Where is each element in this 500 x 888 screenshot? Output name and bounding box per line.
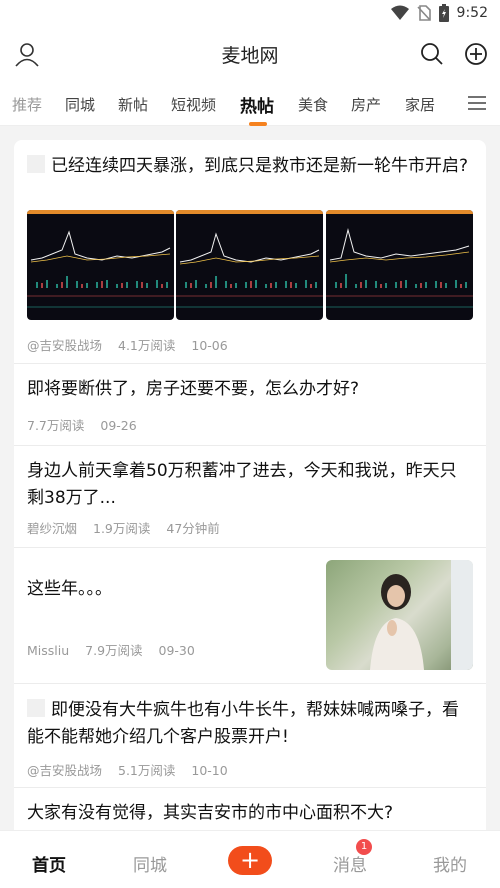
- post-reads: 7.9万阅读: [85, 643, 143, 658]
- post-item[interactable]: 即将要断供了，房子还要不要，怎么办才好? 7.7万阅读 09-26: [14, 364, 486, 446]
- post-item[interactable]: 身边人前天拿着50万积蓄冲了进去，今天和我说，昨天只剩38万了... 碧纱沉烟 …: [14, 446, 486, 548]
- app-header: 麦地网: [0, 28, 500, 80]
- post-title: 身边人前天拿着50万积蓄冲了进去，今天和我说，昨天只剩38万了...: [27, 461, 457, 508]
- stock-chart-image[interactable]: [176, 210, 323, 320]
- post-meta: Missliu 7.9万阅读 09-30: [27, 640, 207, 659]
- post-reads: 5.1万阅读: [118, 763, 176, 778]
- nav-post-button[interactable]: +: [228, 846, 272, 875]
- post-item[interactable]: 大家有没有觉得，其实吉安市的市中心面积不大?: [14, 788, 486, 830]
- post-item[interactable]: 这些年。。。 Missliu 7.9万阅读 09-30: [14, 548, 486, 684]
- no-sim-icon: [416, 5, 431, 21]
- post-author[interactable]: Missliu: [27, 643, 69, 658]
- post-title: 大家有没有觉得，其实吉安市的市中心面积不大?: [27, 803, 394, 823]
- category-tabs: 推荐 同城 新帖 短视频 热帖 美食 房产 家居: [0, 80, 500, 126]
- tab-new[interactable]: 新帖: [118, 94, 148, 115]
- tab-short-video[interactable]: 短视频: [171, 94, 216, 115]
- post-reads: 7.7万阅读: [27, 418, 85, 433]
- menu-icon[interactable]: [468, 95, 486, 115]
- tab-local[interactable]: 同城: [65, 94, 95, 115]
- active-tab-indicator: [249, 122, 267, 126]
- tab-recommend[interactable]: 推荐: [12, 94, 42, 115]
- nav-local[interactable]: 同城: [133, 851, 167, 876]
- status-bar: 9:52: [0, 0, 500, 28]
- tab-food[interactable]: 美食: [298, 94, 328, 115]
- post-time: 10-10: [191, 763, 228, 778]
- nav-mine[interactable]: 我的: [433, 851, 467, 876]
- search-icon[interactable]: [420, 42, 444, 70]
- post-time: 47分钟前: [166, 521, 220, 536]
- post-time: 10-06: [191, 338, 228, 353]
- post-reads: 1.9万阅读: [93, 521, 151, 536]
- tab-home[interactable]: 家居: [405, 94, 435, 115]
- post-meta: 7.7万阅读 09-26: [27, 415, 149, 434]
- post-meta: @吉安股战场 5.1万阅读 10-10: [27, 760, 240, 779]
- post-title: 这些年。。。: [27, 579, 112, 599]
- post-title: 已经连续四天暴涨，到底只是救市还是新一轮牛市开启?: [27, 153, 473, 180]
- post-item[interactable]: 即便没有大牛疯牛也有小牛长牛，帮妹妹喊两嗓子，看能不能帮她介绍几个客户股票开户!…: [14, 684, 486, 788]
- tag-placeholder-icon: [27, 699, 45, 717]
- post-meta: 碧纱沉烟 1.9万阅读 47分钟前: [27, 518, 232, 537]
- post-time: 09-30: [158, 643, 195, 658]
- post-title: 即将要断供了，房子还要不要，怎么办才好?: [27, 379, 360, 399]
- tab-hot[interactable]: 热帖: [240, 92, 274, 117]
- post-item[interactable]: 已经连续四天暴涨，到底只是救市还是新一轮牛市开启? @吉安股战场 4.1万阅读 …: [14, 140, 486, 364]
- post-reads: 4.1万阅读: [118, 338, 176, 353]
- post-time: 09-26: [100, 418, 137, 433]
- battery-icon: [438, 4, 449, 22]
- post-author[interactable]: @吉安股战场: [27, 338, 102, 353]
- stock-chart-image[interactable]: [326, 210, 473, 320]
- tab-real-estate[interactable]: 房产: [351, 94, 381, 115]
- messages-badge: 1: [356, 839, 372, 855]
- post-thumbnail[interactable]: [326, 560, 473, 670]
- tag-placeholder-icon: [27, 155, 45, 173]
- status-time: 9:52: [456, 5, 488, 21]
- post-author[interactable]: 碧纱沉烟: [27, 521, 77, 536]
- wifi-icon: [390, 5, 409, 20]
- stock-chart-image[interactable]: [27, 210, 174, 320]
- add-circle-icon[interactable]: [464, 42, 488, 70]
- post-title: 即便没有大牛疯牛也有小牛长牛，帮妹妹喊两嗓子，看能不能帮她介绍几个客户股票开户!: [27, 699, 459, 747]
- post-feed: 已经连续四天暴涨，到底只是救市还是新一轮牛市开启? @吉安股战场 4.1万阅读 …: [14, 140, 486, 830]
- nav-home[interactable]: 首页: [32, 851, 66, 876]
- post-meta: @吉安股战场 4.1万阅读 10-06: [27, 335, 240, 354]
- post-author[interactable]: @吉安股战场: [27, 763, 102, 778]
- bottom-nav: 首页 同城 + 消息 1 我的: [0, 830, 500, 888]
